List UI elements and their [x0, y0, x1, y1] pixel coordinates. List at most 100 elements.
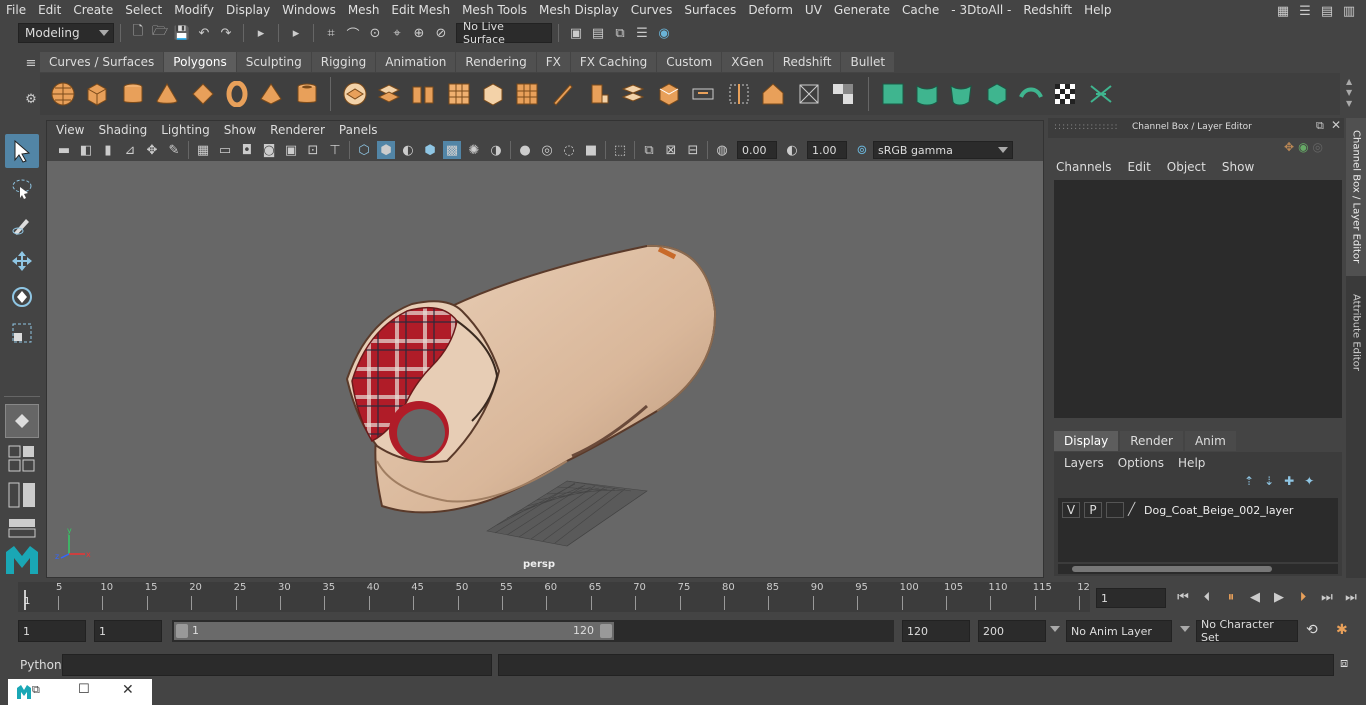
tab-render[interactable]: Render	[1120, 431, 1183, 451]
workspace-icon[interactable]: ▦	[1274, 2, 1292, 20]
step-forward-key-icon[interactable]: ⏵	[1294, 588, 1312, 606]
paint-select-icon[interactable]	[5, 208, 39, 242]
new-layer-selected-icon[interactable]: ✦	[1304, 474, 1314, 488]
snap-point-icon[interactable]: ⊙	[366, 24, 384, 42]
tab-sculpting[interactable]: Sculpting	[236, 52, 311, 72]
menu-select[interactable]: Select	[119, 3, 168, 17]
layer-scrollbar[interactable]	[1058, 564, 1338, 574]
layer-visibility-toggle[interactable]: V	[1062, 502, 1080, 518]
anim-start-field[interactable]: 1	[94, 620, 162, 642]
layer-type-toggle[interactable]	[1106, 502, 1124, 518]
resolution-gate-icon[interactable]: ◘	[238, 141, 256, 159]
depth-of-field-icon[interactable]: ■	[582, 141, 600, 159]
lock-toggle-icon[interactable]: ◎	[1313, 140, 1323, 154]
vp-menu-lighting[interactable]: Lighting	[154, 123, 217, 137]
bridge-icon[interactable]	[620, 81, 646, 107]
menu-cb-edit[interactable]: Edit	[1128, 160, 1151, 174]
panel-icon[interactable]: ▤	[1318, 2, 1336, 20]
snap-curve-icon[interactable]: ⌒	[344, 24, 362, 43]
xray-icon[interactable]: ⬢	[421, 141, 439, 159]
exposure-icon[interactable]: ◍	[713, 141, 731, 159]
menu-3dtoall[interactable]: - 3DtoAll -	[945, 3, 1017, 17]
menu-mesh[interactable]: Mesh	[342, 3, 386, 17]
layout-icon[interactable]: ☰	[1296, 2, 1314, 20]
color-management-icon[interactable]: ⊚	[853, 141, 871, 159]
smooth-shade-icon[interactable]: ⬢	[377, 141, 395, 159]
bookmark-icon[interactable]: ▮	[99, 141, 117, 159]
scene-start-field[interactable]: 1	[18, 620, 86, 642]
step-forward-icon[interactable]: ⏭	[1318, 588, 1336, 606]
target-weld-icon[interactable]	[760, 81, 786, 107]
float-panel-icon[interactable]: ⧉	[1316, 119, 1324, 133]
viewport-panel[interactable]: View Shading Lighting Show Renderer Pane…	[46, 120, 1044, 578]
textured-icon[interactable]: ▩	[443, 141, 461, 159]
menu-object[interactable]: Object	[1167, 160, 1206, 174]
menu-edit-mesh[interactable]: Edit Mesh	[385, 3, 456, 17]
restore-window-icon[interactable]: ⧉	[32, 683, 40, 697]
menu-edit[interactable]: Edit	[32, 3, 67, 17]
select-hierarchy-icon[interactable]: ▸	[252, 24, 270, 42]
move-tool-icon[interactable]	[5, 244, 39, 278]
render-settings-icon[interactable]: ☰	[633, 24, 651, 42]
menu-modify[interactable]: Modify	[168, 3, 220, 17]
poly-plane-icon[interactable]	[190, 81, 216, 107]
gamma-field[interactable]: 1.00	[807, 141, 847, 159]
extrude-icon[interactable]	[586, 81, 612, 107]
shelf-scroll[interactable]: ▲ ▼ ▼	[1346, 76, 1360, 112]
poly-pipe-icon[interactable]	[294, 81, 320, 107]
uv-layout-icon[interactable]	[1088, 81, 1114, 107]
new-scene-icon[interactable]: 🗋	[129, 24, 147, 42]
separate-icon[interactable]	[376, 81, 402, 107]
multi-cut-icon[interactable]	[726, 81, 752, 107]
time-slider[interactable]: 1 5 10 15 20 25 30 35 40 45 50 55 60 65 70 75 80 85 90 95 1…	[18, 582, 1090, 612]
play-forward-icon[interactable]: ▶	[1270, 588, 1288, 606]
xray-active-icon[interactable]: ⊠	[662, 141, 680, 159]
menu-windows[interactable]: Windows	[276, 3, 342, 17]
rotate-tool-icon[interactable]	[5, 280, 39, 314]
go-to-start-icon[interactable]: ⏮	[1174, 588, 1192, 606]
menu-options[interactable]: Options	[1118, 456, 1164, 470]
shelf-menu-icon[interactable]: ≡	[22, 54, 40, 72]
menu-redshift[interactable]: Redshift	[1017, 3, 1078, 17]
save-scene-icon[interactable]: 💾	[173, 24, 191, 42]
color-space-dropdown[interactable]: sRGB gamma	[873, 141, 1013, 159]
menu-cb-show[interactable]: Show	[1222, 160, 1254, 174]
camera-select-icon[interactable]: ▬	[55, 141, 73, 159]
backface-icon[interactable]: ⊟	[684, 141, 702, 159]
menu-file[interactable]: File	[0, 3, 32, 17]
film-gate-icon[interactable]: ▭	[216, 141, 234, 159]
layer-color-swatch[interactable]: ╱	[1128, 502, 1142, 518]
exposure-field[interactable]: 0.00	[737, 141, 777, 159]
scale-tool-icon[interactable]	[5, 316, 39, 350]
anim-end-field[interactable]: 120	[902, 620, 970, 642]
lights-icon[interactable]: ✺	[465, 141, 483, 159]
tab-xgen[interactable]: XGen	[722, 52, 773, 72]
menu-generate[interactable]: Generate	[828, 3, 896, 17]
gamma-icon[interactable]: ◐	[783, 141, 801, 159]
maximize-icon[interactable]: ☐	[78, 682, 90, 697]
remesh-icon[interactable]	[514, 81, 540, 107]
anti-alias-icon[interactable]: ◌	[560, 141, 578, 159]
vp-menu-shading[interactable]: Shading	[91, 123, 154, 137]
step-back-icon[interactable]: ⏴	[1198, 588, 1216, 606]
motion-blur-icon[interactable]: ◎	[538, 141, 556, 159]
grid-icon[interactable]: ▦	[194, 141, 212, 159]
menu-cache[interactable]: Cache	[896, 3, 945, 17]
poly-cylinder-icon[interactable]	[120, 81, 146, 107]
smooth-icon[interactable]	[446, 81, 472, 107]
panel-grip[interactable]: ::::::::::::::::	[1054, 122, 1119, 132]
shelf-gear-icon[interactable]: ⚙	[22, 90, 40, 108]
sculpt-icon[interactable]	[550, 81, 576, 107]
poly-sphere-icon[interactable]	[50, 81, 76, 107]
tab-animation[interactable]: Animation	[376, 52, 456, 72]
layout-graph-icon[interactable]	[8, 518, 38, 538]
tab-fx[interactable]: FX	[536, 52, 570, 72]
2d-pan-icon[interactable]: ✥	[143, 141, 161, 159]
menu-surfaces[interactable]: Surfaces	[678, 3, 742, 17]
vp-menu-view[interactable]: View	[49, 123, 91, 137]
tab-display[interactable]: Display	[1054, 431, 1119, 451]
reduce-icon[interactable]	[480, 81, 506, 107]
character-set-dropdown[interactable]: No Character Set	[1196, 618, 1298, 644]
tab-channel-box-vertical[interactable]: Channel Box / Layer Editor	[1346, 118, 1366, 276]
gate-mask-icon[interactable]: ◙	[260, 141, 278, 159]
